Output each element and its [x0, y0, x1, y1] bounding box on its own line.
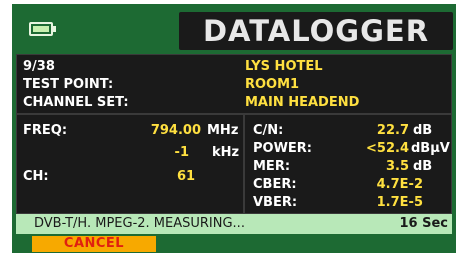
- test-point-value: ROOM1: [245, 77, 300, 92]
- page-title: DATALOGGER: [202, 14, 430, 48]
- test-point-label: TEST POINT:: [23, 77, 114, 92]
- mer-value: 3.5: [385, 159, 409, 174]
- channel-set-value: MAIN HEADEND: [245, 95, 360, 110]
- cancel-button[interactable]: CANCEL: [32, 236, 156, 252]
- channel-value: 61: [177, 169, 196, 184]
- channel-label: CH:: [23, 169, 49, 184]
- offset-unit: kHz: [212, 145, 240, 160]
- tuning-panel: FREQ: 794.00 MHz -1 kHz CH: 61: [16, 114, 244, 214]
- datalogger-screen: DATALOGGER 9/38 LYS HOTEL TEST POINT: RO…: [12, 4, 456, 253]
- record-index: 9/38: [23, 59, 55, 74]
- status-message: DVB-T/H. MPEG-2. MEASURING...: [34, 216, 245, 231]
- power-label: POWER:: [253, 141, 313, 156]
- mer-label: MER:: [253, 159, 291, 174]
- freq-value: 794.00: [150, 123, 201, 138]
- cn-value: 22.7: [376, 123, 409, 138]
- elapsed-time: 16 Sec: [399, 216, 448, 231]
- offset-value: -1: [174, 145, 189, 160]
- measurements-panel: C/N: 22.7 dB POWER: <52.4 dBµV MER: 3.5 …: [244, 114, 452, 214]
- cber-value: 4.7E-2: [376, 177, 423, 192]
- cber-label: CBER:: [253, 177, 297, 192]
- power-value: <52.4: [366, 141, 409, 156]
- vber-label: VBER:: [253, 195, 298, 210]
- status-bar: DVB-T/H. MPEG-2. MEASURING... 16 Sec: [16, 214, 452, 234]
- mer-unit: dB: [413, 159, 433, 174]
- title-bar: DATALOGGER: [179, 12, 453, 50]
- power-unit: dBµV: [411, 141, 450, 156]
- freq-unit: MHz: [207, 123, 239, 138]
- freq-label: FREQ:: [23, 123, 68, 138]
- battery-icon: [29, 22, 56, 36]
- vber-value: 1.7E-5: [376, 195, 423, 210]
- cn-label: C/N:: [253, 123, 284, 138]
- site-name: LYS HOTEL: [245, 59, 323, 74]
- info-panel: 9/38 LYS HOTEL TEST POINT: ROOM1 CHANNEL…: [16, 54, 452, 114]
- cn-unit: dB: [413, 123, 433, 138]
- channel-set-label: CHANNEL SET:: [23, 95, 129, 110]
